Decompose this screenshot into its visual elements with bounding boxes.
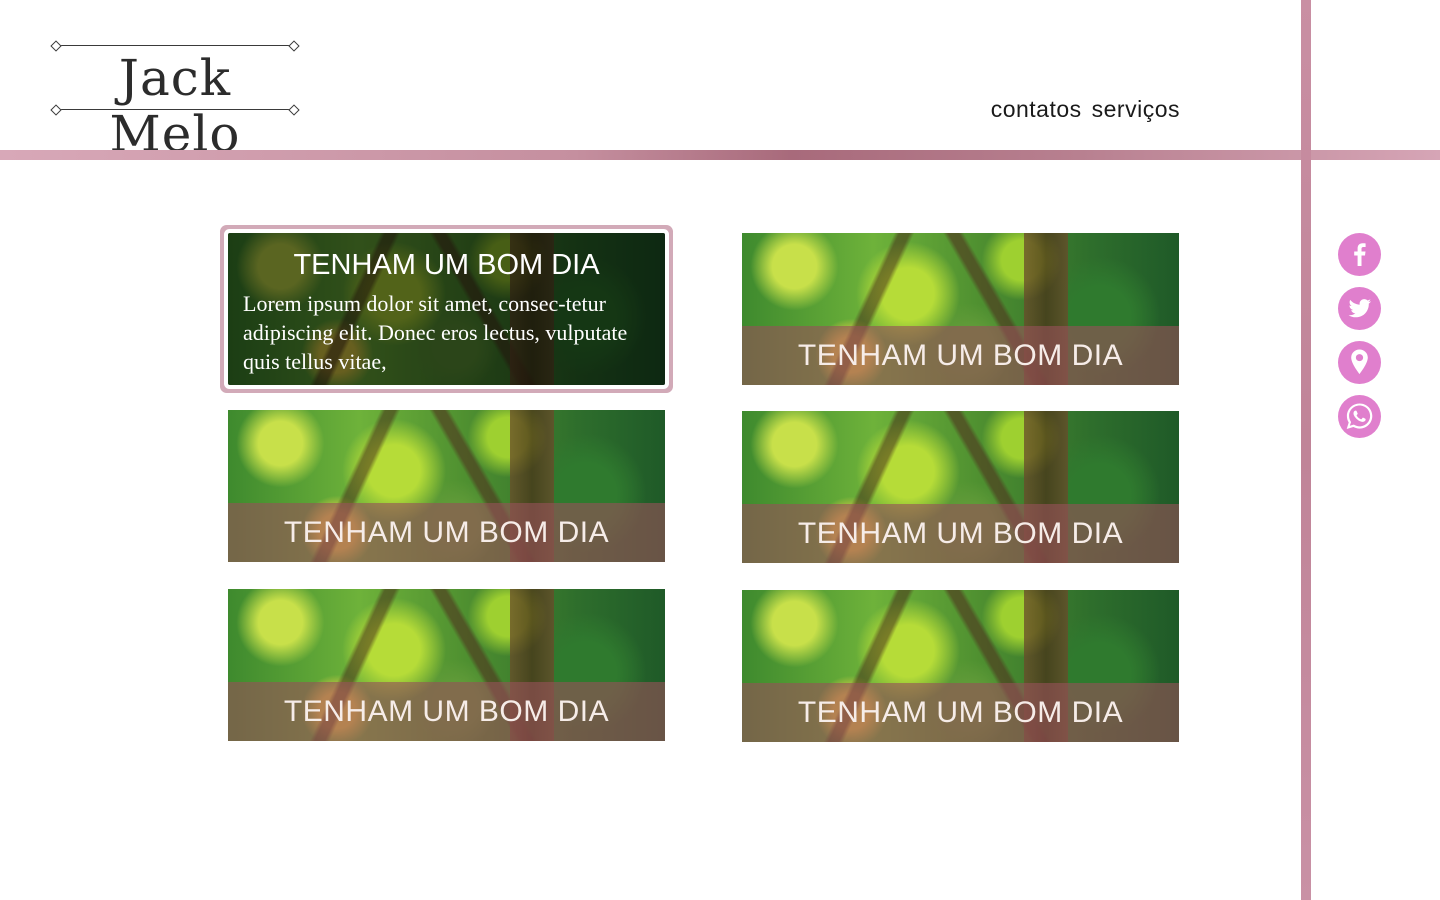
card-caption-band: TENHAM UM BOM DIA bbox=[742, 683, 1179, 742]
site-logo[interactable]: Jack Melo bbox=[50, 40, 300, 162]
main-nav: contatos serviços bbox=[991, 96, 1180, 123]
card[interactable]: TENHAM UM BOM DIA bbox=[742, 233, 1179, 385]
nav-link-servicos[interactable]: serviços bbox=[1092, 96, 1180, 123]
nav-link-contatos[interactable]: contatos bbox=[991, 96, 1082, 123]
card-title: TENHAM UM BOM DIA bbox=[797, 338, 1124, 372]
facebook-button[interactable] bbox=[1338, 233, 1381, 276]
location-pin-icon bbox=[1351, 349, 1368, 374]
card-title: TENHAM UM BOM DIA bbox=[283, 694, 610, 728]
card-caption-band: TENHAM UM BOM DIA bbox=[228, 503, 665, 562]
card[interactable]: TENHAM UM BOM DIA bbox=[228, 410, 665, 562]
card-body-text: Lorem ipsum dolor sit amet, consec-tetur… bbox=[243, 291, 628, 374]
card-title: TENHAM UM BOM DIA bbox=[797, 516, 1124, 550]
card-title: TENHAM UM BOM DIA bbox=[797, 695, 1124, 729]
card-featured[interactable]: TENHAM UM BOM DIA Lorem ipsum dolor sit … bbox=[228, 233, 665, 385]
facebook-icon bbox=[1354, 243, 1366, 266]
location-button[interactable] bbox=[1338, 341, 1381, 384]
twitter-icon bbox=[1348, 299, 1371, 318]
sidebar-divider-bar bbox=[1301, 0, 1311, 900]
logo-bottom-rule bbox=[56, 109, 294, 110]
logo-text: Jack Melo bbox=[109, 49, 241, 163]
card[interactable]: TENHAM UM BOM DIA bbox=[742, 590, 1179, 742]
card[interactable]: TENHAM UM BOM DIA bbox=[742, 411, 1179, 563]
card-caption-band: TENHAM UM BOM DIA bbox=[228, 682, 665, 741]
card-caption-band: TENHAM UM BOM DIA bbox=[742, 326, 1179, 385]
twitter-button[interactable] bbox=[1338, 287, 1381, 330]
whatsapp-icon bbox=[1346, 403, 1373, 429]
card[interactable]: TENHAM UM BOM DIA bbox=[228, 589, 665, 741]
card-title: TENHAM UM BOM DIA bbox=[283, 515, 610, 549]
social-links bbox=[1338, 233, 1381, 438]
card-title: TENHAM UM BOM DIA bbox=[293, 249, 600, 281]
logo-top-rule bbox=[56, 45, 294, 46]
card-caption-band: TENHAM UM BOM DIA bbox=[742, 504, 1179, 563]
whatsapp-button[interactable] bbox=[1338, 395, 1381, 438]
header-divider-bar bbox=[0, 150, 1440, 160]
